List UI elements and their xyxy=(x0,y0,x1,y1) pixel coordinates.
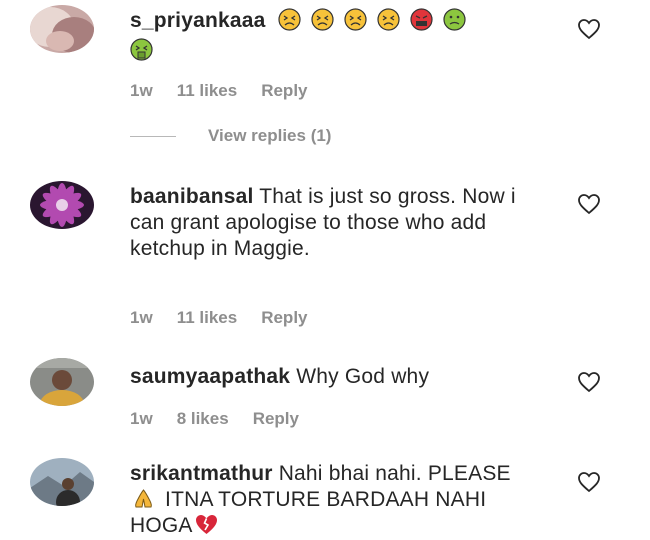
face-with-symbols-icon xyxy=(410,8,433,31)
comment-username[interactable]: saumyaapathak xyxy=(130,365,290,388)
avatar[interactable] xyxy=(30,5,94,53)
tired-face-icon xyxy=(377,8,400,31)
comment-text-part1: Nahi bhai nahi. PLEASE xyxy=(278,462,511,485)
comment-username[interactable]: s_priyankaaa xyxy=(130,9,266,32)
comment-likes[interactable]: 11 likes xyxy=(177,81,238,101)
nauseated-face-icon xyxy=(443,8,466,31)
view-replies[interactable]: View replies (1) xyxy=(130,126,331,146)
like-heart-icon[interactable] xyxy=(577,371,601,393)
like-heart-icon[interactable] xyxy=(577,471,601,493)
like-heart-icon[interactable] xyxy=(577,18,601,40)
broken-heart-icon xyxy=(195,513,218,536)
comment-time: 1w xyxy=(130,81,153,100)
tired-face-icon xyxy=(310,8,334,31)
emoji-row xyxy=(277,8,470,32)
view-replies-link[interactable]: View replies (1) xyxy=(208,126,331,146)
comment-username[interactable]: baanibansal xyxy=(130,185,254,208)
comment-likes[interactable]: 8 likes xyxy=(177,409,229,429)
comment-time: 1w xyxy=(130,409,153,428)
comment-username[interactable]: srikantmathur xyxy=(130,462,273,485)
comment-text: Why God why xyxy=(296,365,430,388)
avatar[interactable] xyxy=(30,458,94,506)
like-heart-icon[interactable] xyxy=(577,193,601,215)
comment-time: 1w xyxy=(130,308,153,327)
reply-button[interactable]: Reply xyxy=(253,409,299,429)
comment-text-part2: ITNA TORTURE BARDAAH NAHI HOGA xyxy=(130,488,487,537)
comment-likes[interactable]: 11 likes xyxy=(177,308,238,328)
reply-button[interactable]: Reply xyxy=(261,308,307,328)
tired-face-icon xyxy=(277,8,301,31)
tired-face-icon xyxy=(344,8,367,31)
replies-divider xyxy=(130,135,176,137)
avatar[interactable] xyxy=(30,358,94,406)
face-vomiting-icon xyxy=(130,38,153,61)
folded-hands-icon xyxy=(132,487,155,510)
avatar[interactable] xyxy=(30,181,94,229)
reply-button[interactable]: Reply xyxy=(261,81,307,101)
